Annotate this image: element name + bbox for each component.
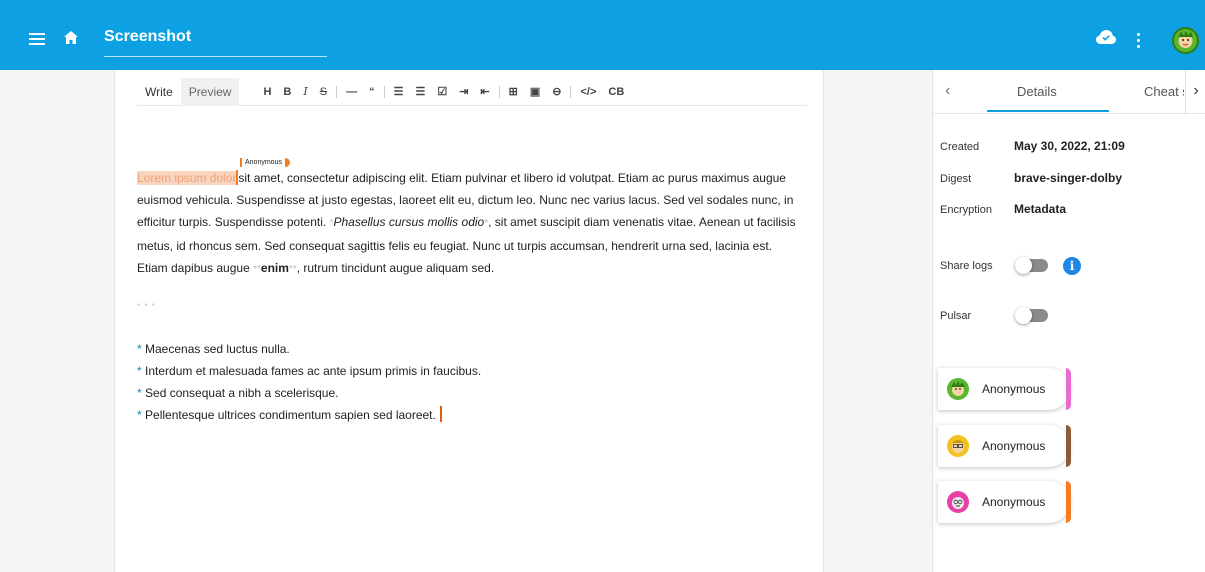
collaborator-name: Anonymous xyxy=(982,382,1046,396)
heading-button[interactable]: H xyxy=(257,86,277,98)
checklist-icon[interactable]: ☑ xyxy=(431,85,453,98)
editor-pane: Write Preview H B I S — “ ☰ ☰ ☑ ⇥ ⇤ ⊞ ▣ … xyxy=(114,70,824,572)
info-icon[interactable]: i xyxy=(1063,257,1081,275)
horizontal-rule: * * * xyxy=(137,302,156,311)
panel-tabs: ‹ Details Cheat s › xyxy=(933,70,1205,114)
link-icon[interactable]: ⊖ xyxy=(546,85,567,98)
pulsar-row: Pulsar xyxy=(940,307,1048,324)
app-bar: Screenshot xyxy=(0,0,1205,70)
tab-cheat-sheet[interactable]: Cheat s xyxy=(1144,84,1184,99)
pulsar-toggle[interactable] xyxy=(1015,307,1048,324)
horizontal-rule-button[interactable]: — xyxy=(340,86,363,98)
collaborator-name: Anonymous xyxy=(982,439,1046,453)
list-item-text: Sed consequat a nibh a scelerisque. xyxy=(145,386,339,400)
paragraph-text: , rutrum tincidunt augue aliquam sed. xyxy=(296,261,495,275)
numbered-list-icon[interactable]: ☰ xyxy=(409,85,431,98)
bullet-list-icon[interactable]: ☰ xyxy=(388,85,410,98)
collaborator-name: Anonymous xyxy=(982,495,1046,509)
chevron-left-icon[interactable]: ‹ xyxy=(945,82,950,100)
paragraph: Anonymous Lorem ipsum dolor sit amet, con… xyxy=(137,158,797,281)
details-panel: ‹ Details Cheat s › Created May 30, 2022… xyxy=(932,70,1205,572)
list-item-text: Maecenas sed luctus nulla. xyxy=(145,342,290,356)
code-icon[interactable]: </> xyxy=(574,86,602,98)
list-bullet: * xyxy=(137,386,142,400)
list-item: * Maecenas sed luctus nulla. xyxy=(137,338,797,360)
outdent-icon[interactable]: ⇤ xyxy=(474,85,495,98)
cloud-done-icon[interactable] xyxy=(1096,30,1116,49)
list-bullet: * xyxy=(137,408,142,422)
user-avatar[interactable] xyxy=(1172,27,1199,54)
text-cursor xyxy=(439,406,442,422)
digest-label: Digest xyxy=(940,173,972,185)
collaborator-color xyxy=(1066,481,1071,523)
home-icon[interactable] xyxy=(64,31,78,49)
active-tab-indicator xyxy=(987,110,1109,112)
collaborator-chip[interactable]: Anonymous xyxy=(938,425,1071,467)
bold-marker: ** xyxy=(253,264,261,275)
collaborator-chip[interactable]: Anonymous xyxy=(938,481,1071,523)
tab-preview[interactable]: Preview xyxy=(180,77,240,106)
created-value: May 30, 2022, 21:09 xyxy=(1014,139,1125,153)
list-item: * Pellentesque ultrices condimentum sapi… xyxy=(137,404,797,426)
collaborator-avatar xyxy=(947,491,969,513)
created-row: Created May 30, 2022, 21:09 xyxy=(940,139,1125,153)
collaborator-color xyxy=(1066,425,1071,467)
digest-row: Digest brave-singer-dolby xyxy=(940,171,1122,185)
document-title: Screenshot xyxy=(104,28,192,45)
menu-icon[interactable] xyxy=(29,33,45,45)
list-bullet: * xyxy=(137,364,142,378)
share-logs-row: Share logs i xyxy=(940,257,1081,275)
toolbar-divider xyxy=(383,85,385,98)
more-vert-icon[interactable] xyxy=(1137,33,1141,51)
bold-button[interactable]: B xyxy=(277,86,297,98)
strikethrough-button[interactable]: S xyxy=(314,86,333,98)
blockquote-button[interactable]: “ xyxy=(363,86,381,98)
bullet-list: * Maecenas sed luctus nulla. * Interdum … xyxy=(137,338,797,426)
editor-content[interactable]: Anonymous Lorem ipsum dolor sit amet, con… xyxy=(137,158,797,426)
toolbar-divider xyxy=(498,85,500,98)
collaborator-color xyxy=(1066,368,1071,410)
chevron-right-icon[interactable]: › xyxy=(1185,70,1205,114)
document-title-input[interactable]: Screenshot xyxy=(104,25,327,57)
encryption-value: Metadata xyxy=(1014,202,1067,216)
bold-marker: ** xyxy=(288,264,297,275)
italic-text: Phasellus cursus mollis odio xyxy=(333,215,485,229)
share-logs-label: Share logs xyxy=(940,260,993,272)
share-logs-toggle[interactable] xyxy=(1015,257,1048,274)
indent-icon[interactable]: ⇥ xyxy=(453,85,474,98)
created-label: Created xyxy=(940,141,980,153)
list-bullet: * xyxy=(137,342,142,356)
list-item-text: Pellentesque ultrices condimentum sapien… xyxy=(145,408,436,422)
list-item: * Interdum et malesuada fames ac ante ip… xyxy=(137,360,797,382)
list-item: * Sed consequat a nibh a scelerisque. xyxy=(137,382,797,404)
table-icon[interactable]: ⊞ xyxy=(503,85,524,98)
tab-details[interactable]: Details xyxy=(1017,84,1057,99)
encryption-row: Encryption Metadata xyxy=(940,202,1066,216)
pulsar-label: Pulsar xyxy=(940,310,972,322)
italic-button[interactable]: I xyxy=(297,85,313,98)
collaborator-chip[interactable]: Anonymous xyxy=(938,368,1071,410)
list-item-text: Interdum et malesuada fames ac ante ipsu… xyxy=(145,364,482,378)
toolbar-divider xyxy=(570,85,572,98)
editor-toolbar: Write Preview H B I S — “ ☰ ☰ ☑ ⇥ ⇤ ⊞ ▣ … xyxy=(137,77,807,106)
code-block-button[interactable]: CB xyxy=(602,86,630,98)
collaborator-avatar xyxy=(947,378,969,400)
collaborator-cursor-label: Anonymous xyxy=(240,158,290,167)
collaborator-avatar xyxy=(947,435,969,457)
tab-write[interactable]: Write xyxy=(137,78,181,106)
toolbar-divider xyxy=(336,85,338,98)
digest-value: brave-singer-dolby xyxy=(1014,171,1123,185)
encryption-label: Encryption xyxy=(940,204,992,216)
collaborator-selection: Lorem ipsum dolor xyxy=(137,171,237,185)
bold-text: enim xyxy=(260,261,289,275)
image-icon[interactable]: ▣ xyxy=(524,85,546,98)
